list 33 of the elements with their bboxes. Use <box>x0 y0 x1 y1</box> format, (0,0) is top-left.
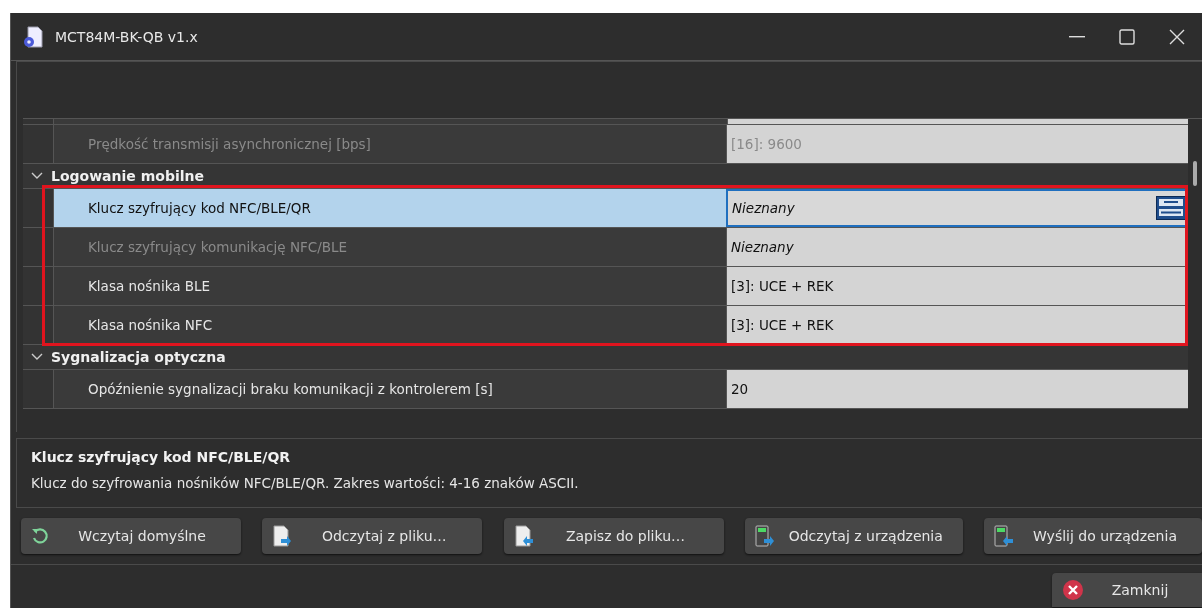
document-gear-icon <box>23 25 43 48</box>
document-arrow-icon <box>513 525 534 547</box>
action-button[interactable]: Wczytaj domyślne <box>21 518 241 554</box>
action-button[interactable]: Odczytaj z urządzenia <box>744 518 963 554</box>
action-button[interactable]: Zapisz do pliku… <box>503 518 724 554</box>
property-label[interactable]: Klasa nośnika BLE <box>54 267 726 305</box>
property-label[interactable]: Klasa nośnika NFC <box>54 306 726 344</box>
description-title: Klucz szyfrujący kod NFC/BLE/QR <box>31 449 292 465</box>
close-icon <box>1169 28 1185 45</box>
property-value-field[interactable]: [3]: UCE + REK <box>726 267 1188 305</box>
refresh-icon <box>31 527 49 545</box>
chevron-icon <box>31 171 43 180</box>
device-arrow-icon <box>994 525 1014 547</box>
device-arrow-icon <box>754 525 775 547</box>
description-text: Klucz do szyfrowania nośników NFC/BLE/QR. Zakres wartości: 4-16 znaków ASCII. <box>31 475 580 491</box>
password-icon[interactable] <box>1156 196 1186 220</box>
action-button[interactable]: Wyślij do urządzenia <box>984 518 1202 554</box>
window-title: MCT84M-BK-QB v1.x <box>55 28 199 45</box>
scrollbar-thumb[interactable] <box>1193 161 1197 186</box>
maximize-icon <box>1119 28 1135 45</box>
property-value-field[interactable]: Nieznany <box>726 189 1188 227</box>
chevron-icon <box>31 353 43 361</box>
property-label[interactable]: Opóźnienie sygnalizacji braku komunikacji z kontrolerem [s] <box>54 370 726 408</box>
property-label[interactable]: Klucz szyfrujący kod NFC/BLE/QR <box>54 189 726 227</box>
property-value-field[interactable]: 20 <box>726 370 1188 408</box>
document-arrow-icon <box>272 525 293 547</box>
property-value-field[interactable]: [3]: UCE + REK <box>726 306 1188 344</box>
minimize-icon <box>1069 35 1085 38</box>
action-button[interactable]: Odczytaj z pliku… <box>262 518 483 554</box>
close-dialog-button[interactable]: Zamknij <box>1052 573 1202 607</box>
property-value-field[interactable] <box>727 119 1188 124</box>
category-header[interactable]: Sygnalizacja optyczna <box>23 345 1188 370</box>
close-icon <box>1062 579 1084 601</box>
